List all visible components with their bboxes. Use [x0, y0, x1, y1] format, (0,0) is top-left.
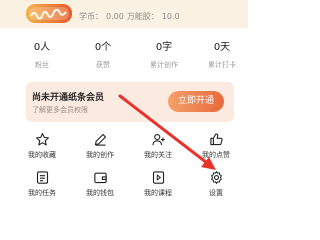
grid-item-label: 我的创作: [86, 151, 114, 159]
grid-item-label: 我的任务: [28, 189, 56, 197]
wallet-summary: 学币： 0.00 万能胶： 10.0: [79, 11, 183, 23]
grid-item-label: 我的课程: [144, 189, 172, 197]
thumbs-up-icon: [209, 133, 223, 146]
vip-title: 尚未开通纸条会员: [32, 93, 105, 103]
stat-value: 0人: [33, 42, 51, 53]
grid-item-label: 我的收藏: [28, 151, 56, 159]
wallet-icon: [93, 172, 107, 184]
feature-grid: 我的收藏 我的创作 我的关注 我的点赞 我的任务 我的钱包 我的课程 设置: [14, 126, 248, 203]
profile-header: 学币： 0.00 万能胶： 10.0: [0, 0, 248, 28]
pencil-icon: [94, 133, 106, 146]
vip-banner[interactable]: 尚未开通纸条会员 了解更多会员权限 立即开通: [26, 82, 234, 122]
grid-item-tasks[interactable]: 我的任务: [14, 164, 70, 200]
grid-item-favorites[interactable]: 我的收藏: [14, 126, 70, 162]
grid-item-label: 我的点赞: [202, 151, 230, 159]
open-vip-button[interactable]: 立即开通: [168, 91, 224, 112]
course-icon: [152, 171, 164, 184]
stat-label: 累计创作: [150, 61, 178, 69]
grid-item-label: 我的钱包: [86, 189, 114, 197]
grid-item-label: 我的关注: [144, 151, 172, 159]
profile-page: 学币： 0.00 万能胶： 10.0 0人 粉丝 0个 获赞 0字 累计创作 0天 累…: [0, 0, 248, 203]
coins-value: 0.00: [106, 12, 124, 21]
grid-item-wallet[interactable]: 我的钱包: [72, 164, 128, 200]
energy-label: 万能胶：: [126, 12, 159, 21]
grid-item-courses[interactable]: 我的课程: [130, 164, 186, 200]
stat-checkin[interactable]: 0天 累计打卡: [192, 38, 252, 72]
vip-subtitle[interactable]: 了解更多会员权限: [32, 105, 88, 115]
stat-likes[interactable]: 0个 获赞: [73, 38, 133, 72]
stats-row: 0人 粉丝 0个 获赞 0字 累计创作 0天 累计打卡: [0, 38, 248, 72]
stat-label: 获赞: [96, 61, 110, 69]
stat-value: 0字: [155, 42, 173, 53]
nickname-scribble: [30, 8, 67, 20]
grid-item-creations[interactable]: 我的创作: [72, 126, 128, 162]
gear-icon: [210, 171, 222, 184]
stat-value: 0天: [213, 42, 231, 53]
grid-item-likes[interactable]: 我的点赞: [188, 126, 244, 162]
coins-label: 学币：: [79, 12, 103, 21]
grid-item-following[interactable]: 我的关注: [130, 126, 186, 162]
star-icon: [35, 133, 49, 146]
stat-words[interactable]: 0字 累计创作: [134, 38, 194, 72]
stat-value: 0个: [94, 42, 112, 53]
grid-item-label: 设置: [209, 189, 223, 197]
user-add-icon: [151, 133, 165, 146]
energy-value: 10.0: [161, 12, 180, 21]
grid-item-settings[interactable]: 设置: [188, 164, 244, 200]
stat-fans[interactable]: 0人 粉丝: [12, 38, 72, 72]
stat-label: 累计打卡: [208, 61, 236, 69]
stat-label: 粉丝: [35, 61, 49, 69]
task-list-icon: [36, 171, 48, 184]
